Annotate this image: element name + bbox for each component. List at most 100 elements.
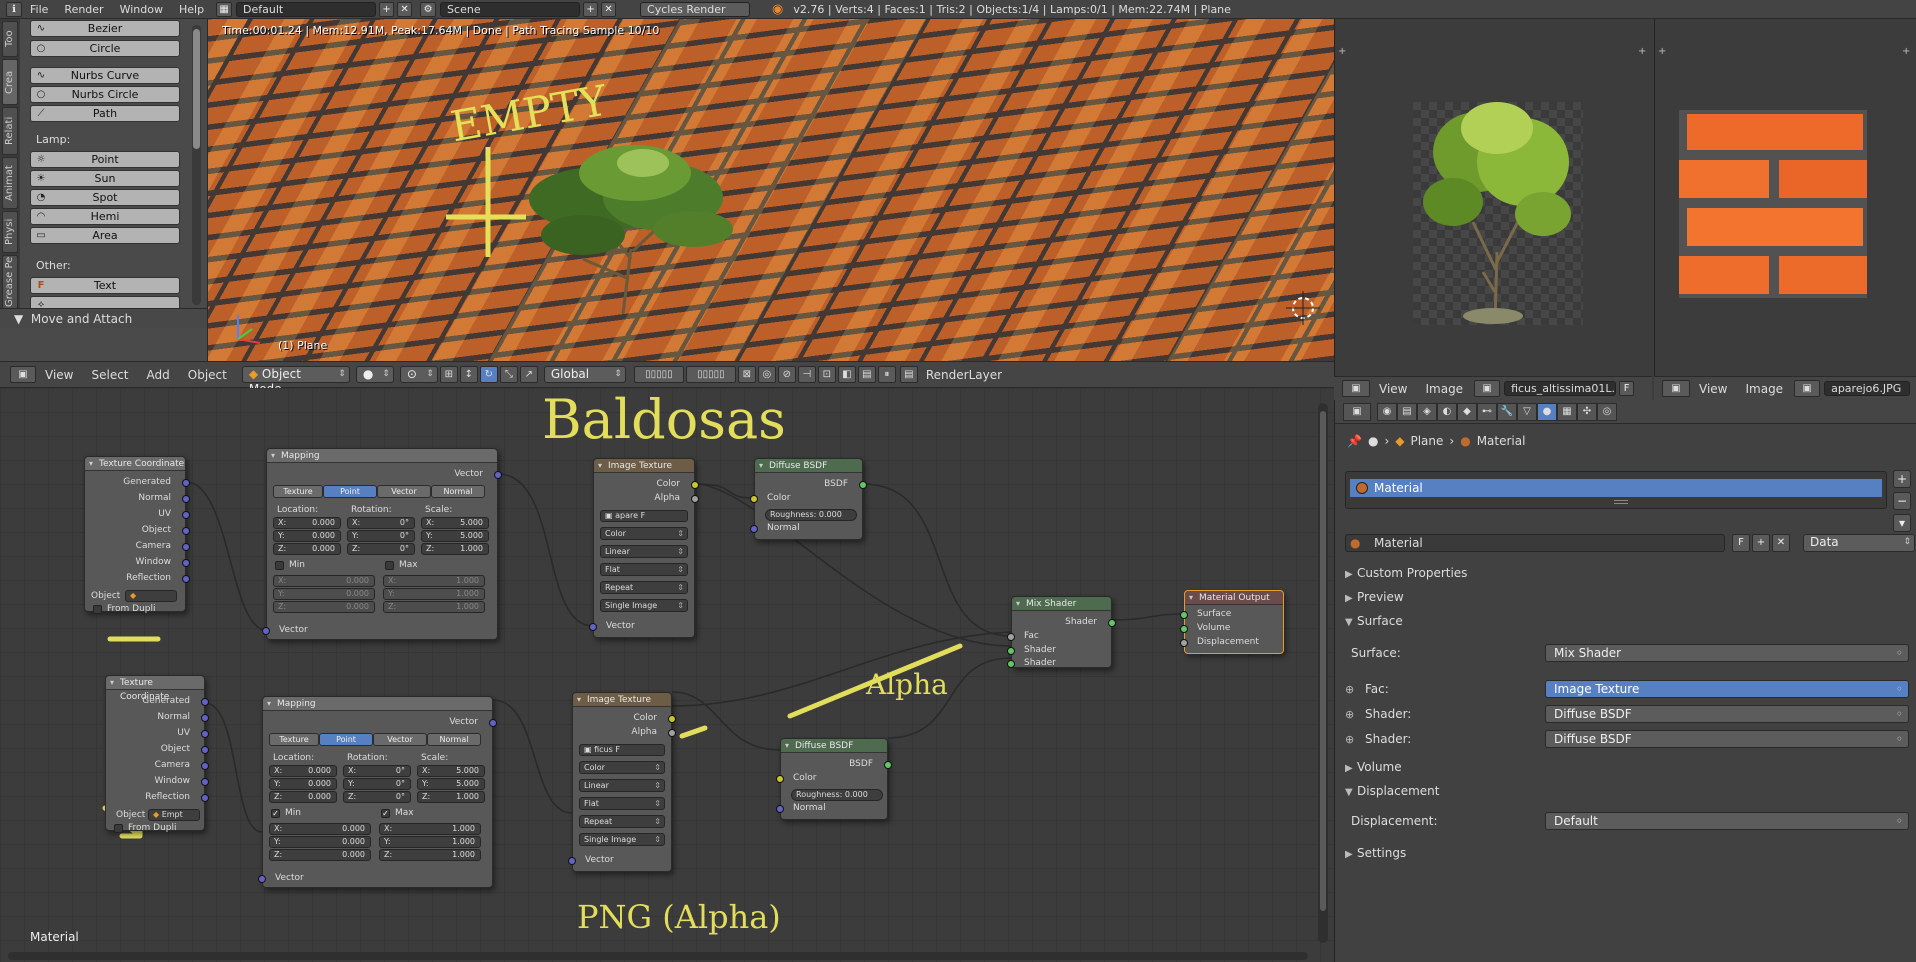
lock-layers-icon[interactable]: ⊠ <box>737 366 756 383</box>
socket-camera[interactable] <box>201 762 209 770</box>
image-selector[interactable]: ▣ apare F <box>600 510 688 522</box>
remove-slot-button[interactable]: − <box>1893 492 1911 510</box>
image-browse-icon[interactable]: ▣ <box>1474 380 1501 397</box>
shelf-scroll-thumb[interactable] <box>193 29 200 149</box>
material-slot-list[interactable]: Material <box>1345 471 1887 509</box>
socket-window[interactable] <box>182 559 190 567</box>
socket-vector-in[interactable] <box>589 623 597 631</box>
add-scene-button[interactable]: + <box>583 1 599 17</box>
expand-shader1-icon[interactable]: ⊕ <box>1345 708 1354 721</box>
shader2-input-selector[interactable]: Diffuse BSDF <box>1545 730 1909 748</box>
render-layer-icon[interactable]: ▤ <box>899 366 918 383</box>
menu-window[interactable]: Window <box>112 0 171 19</box>
manipulator-toggle-icon[interactable]: ⊞ <box>439 366 458 383</box>
physics-tab-icon[interactable]: ◎ <box>1597 402 1617 421</box>
section-surface[interactable]: ▼ Surface <box>1345 614 1905 628</box>
shader1-input-selector[interactable]: Diffuse BSDF <box>1545 705 1909 723</box>
render-layers-tab-icon[interactable]: ▤ <box>1397 402 1417 421</box>
tool-area-lamp[interactable]: ▭ Area <box>30 227 180 244</box>
snap-element-icon[interactable]: ⊣ <box>797 366 816 383</box>
material-datablock-field[interactable]: ● Material <box>1345 534 1725 552</box>
socket-generated[interactable] <box>201 698 209 706</box>
color-space-dropdown[interactable]: Color <box>579 761 665 774</box>
source-dropdown[interactable]: Single Image <box>579 833 665 846</box>
tool-circle[interactable]: ○ Circle <box>30 40 180 57</box>
material-slot[interactable]: Material <box>1350 479 1882 497</box>
max-checkbox[interactable] <box>385 561 394 570</box>
extension-dropdown[interactable]: Repeat <box>579 815 665 828</box>
editor-type-icon[interactable]: ▣ <box>1342 380 1370 397</box>
socket-camera[interactable] <box>182 543 190 551</box>
loc-z-field[interactable]: Z: 0.000 <box>273 543 341 555</box>
shelf-scrollbar[interactable] <box>192 25 201 305</box>
editor-type-icon[interactable]: ▣ <box>10 366 36 383</box>
pivot-selector[interactable]: ⊙ <box>399 366 438 383</box>
max-z-field[interactable]: Z: 1.000 <box>383 601 485 613</box>
tool-bezier[interactable]: ∿ Bezier <box>30 20 180 37</box>
socket-generated[interactable] <box>182 479 190 487</box>
socket-normal[interactable] <box>182 495 190 503</box>
scale-x-field[interactable]: X: 5.000 <box>417 765 485 777</box>
rot-z-field[interactable]: Z: 0° <box>343 791 411 803</box>
pause-render-icon[interactable]: ⏸ <box>877 366 896 383</box>
socket-bsdf[interactable] <box>884 761 892 769</box>
socket-object[interactable] <box>182 527 190 535</box>
interpolation-dropdown[interactable]: Linear <box>579 779 665 792</box>
particles-tab-icon[interactable]: ✣ <box>1577 402 1597 421</box>
section-custom-properties[interactable]: ▶ Custom Properties <box>1345 566 1905 580</box>
min-checkbox[interactable]: ✓ <box>271 809 280 818</box>
layers-row-1[interactable]: ▯▯▯▯▯ <box>633 366 684 383</box>
max-z-field[interactable]: Z: 1.000 <box>379 849 481 861</box>
projection-dropdown[interactable]: Flat <box>600 563 688 576</box>
max-x-field[interactable]: X: 1.000 <box>379 823 481 835</box>
transform-mode-icon[interactable]: ↗ <box>519 366 538 383</box>
fake-user-button[interactable]: F <box>1619 381 1635 396</box>
texture-tab-icon[interactable]: ▦ <box>1557 402 1577 421</box>
socket-shader-1[interactable] <box>1007 647 1015 655</box>
render-engine-selector[interactable]: Cycles Render <box>640 1 751 17</box>
socket-alpha[interactable] <box>691 495 699 503</box>
max-checkbox[interactable]: ✓ <box>381 809 390 818</box>
socket-object[interactable] <box>201 746 209 754</box>
node-title[interactable]: Mix Shader <box>1012 597 1111 611</box>
socket-fac[interactable] <box>1007 633 1015 641</box>
min-y-field[interactable]: Y: 0.000 <box>269 836 371 848</box>
node-title[interactable]: Mapping <box>263 697 492 711</box>
loc-y-field[interactable]: Y: 0.000 <box>269 778 337 790</box>
remove-layout-button[interactable]: ✕ <box>397 1 413 17</box>
image-texture-node-2[interactable]: Image Texture Color Alpha ▣ ficus F Colo… <box>568 692 676 872</box>
section-settings[interactable]: ▶ Settings <box>1345 846 1905 860</box>
tab-grease-pencil[interactable]: Grease Pe <box>2 255 18 309</box>
node-editor-vscroll[interactable] <box>1318 403 1328 943</box>
socket-uv[interactable] <box>182 511 190 519</box>
modifiers-tab-icon[interactable]: 🔧 <box>1497 402 1517 421</box>
area-corner-icon[interactable]: + <box>1658 47 1668 57</box>
editor-type-icon[interactable]: ▣ <box>1662 380 1690 397</box>
area-corner-icon[interactable]: + <box>1638 47 1648 57</box>
image-name-field[interactable]: ficus_altissima01L... <box>1504 381 1617 396</box>
area-corner-icon[interactable]: + <box>1338 47 1348 57</box>
tab-relations[interactable]: Relati <box>2 107 18 155</box>
translate-manipulator-icon[interactable]: ↕ <box>459 366 478 383</box>
socket-normal-in[interactable] <box>776 805 784 813</box>
mode-selector[interactable]: ◆ Object Mode <box>241 366 350 396</box>
3d-viewport[interactable]: Time:00:01.24 | Mem:12.91M, Peak:17.64M … <box>208 19 1334 361</box>
socket-vector-out[interactable] <box>489 719 497 727</box>
socket-shader-2[interactable] <box>1007 660 1015 668</box>
image-name-field[interactable]: aparejo6.JPG <box>1824 381 1911 396</box>
node-title[interactable]: Image Texture <box>594 459 694 473</box>
section-displacement[interactable]: ▼ Displacement <box>1345 784 1905 798</box>
object-field[interactable]: ◆ <box>125 590 177 602</box>
projection-dropdown[interactable]: Flat <box>579 797 665 810</box>
surface-shader-selector[interactable]: Mix Shader <box>1545 644 1909 662</box>
object-tab-icon[interactable]: ◆ <box>1457 402 1477 421</box>
tool-text[interactable]: F Text <box>30 277 180 294</box>
list-resize-handle[interactable] <box>1614 500 1628 504</box>
loc-x-field[interactable]: X: 0.000 <box>269 765 337 777</box>
section-preview[interactable]: ▶ Preview <box>1345 590 1905 604</box>
shading-selector[interactable]: ● <box>355 366 394 383</box>
diffuse-bsdf-node-1[interactable]: Diffuse BSDF BSDF Color Roughness: 0.000… <box>750 458 867 540</box>
tool-nurbs-circle[interactable]: ○ Nurbs Circle <box>30 86 180 103</box>
mapping-type-texture[interactable]: Texture <box>269 733 319 746</box>
link-selector[interactable]: Data <box>1803 534 1915 552</box>
